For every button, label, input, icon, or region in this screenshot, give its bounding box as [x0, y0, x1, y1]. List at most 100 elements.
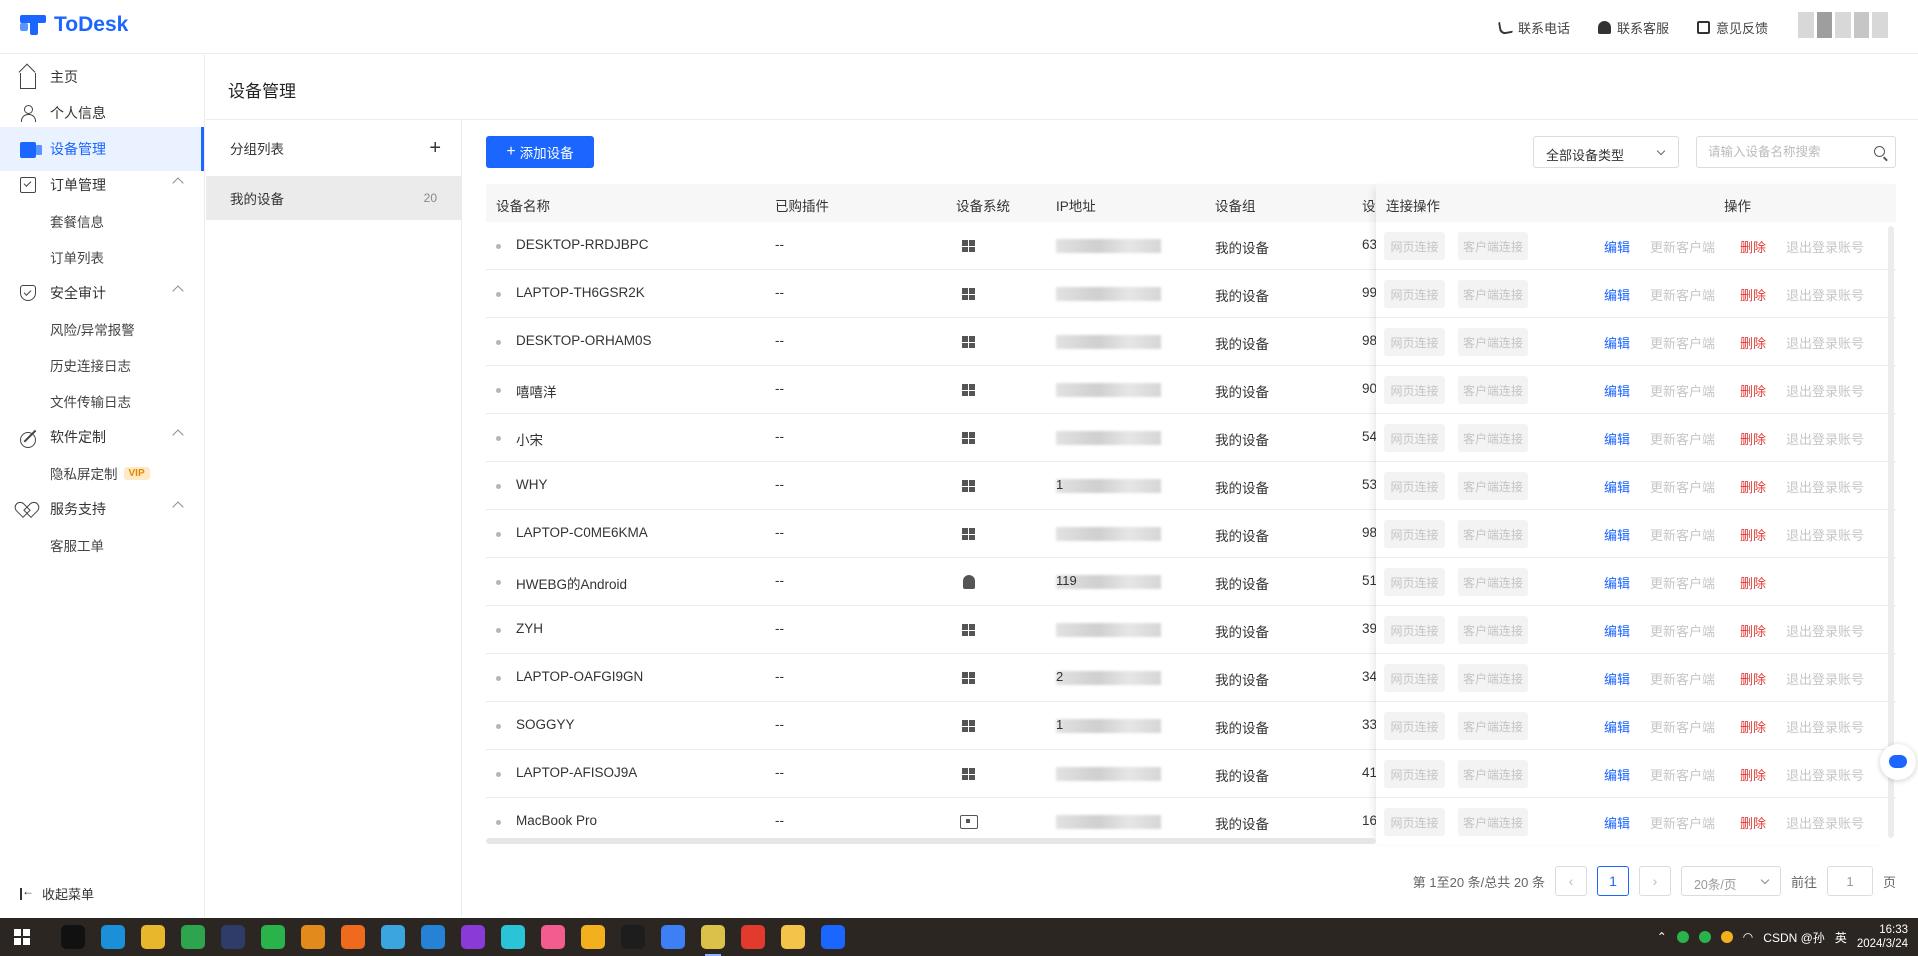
web-connect-button[interactable]: 网页连接: [1384, 712, 1445, 740]
todesk-app[interactable]: [821, 925, 845, 949]
client-connect-button[interactable]: 客户端连接: [1458, 568, 1528, 596]
update-client-link[interactable]: 更新客户端: [1650, 621, 1715, 640]
search-icon[interactable]: [1874, 146, 1885, 157]
sidebar-item-service-support[interactable]: 服务支持: [0, 487, 204, 531]
github-app[interactable]: [621, 925, 645, 949]
logout-account-link[interactable]: 退出登录账号: [1786, 381, 1864, 400]
sidebar-item-security-audit[interactable]: 安全审计: [0, 271, 204, 315]
web-connect-button[interactable]: 网页连接: [1384, 376, 1445, 404]
add-group-icon[interactable]: +: [429, 137, 441, 160]
device-search-input[interactable]: [1697, 137, 1857, 167]
client-connect-button[interactable]: 客户端连接: [1458, 712, 1528, 740]
web-connect-button[interactable]: 网页连接: [1384, 808, 1445, 836]
edit-link[interactable]: 编辑: [1604, 477, 1630, 496]
client-connect-button[interactable]: 客户端连接: [1458, 472, 1528, 500]
colorful-app[interactable]: [581, 925, 605, 949]
feedback-link[interactable]: 意见反馈: [1696, 18, 1768, 37]
clock[interactable]: 16:33 2024/3/24: [1857, 923, 1908, 951]
client-connect-button[interactable]: 客户端连接: [1458, 760, 1528, 788]
update-client-link[interactable]: 更新客户端: [1650, 525, 1715, 544]
web-connect-button[interactable]: 网页连接: [1384, 664, 1445, 692]
wechat-tray-icon-2[interactable]: [1698, 931, 1711, 943]
update-client-link[interactable]: 更新客户端: [1650, 333, 1715, 352]
delete-link[interactable]: 删除: [1740, 717, 1766, 736]
edge-app[interactable]: [101, 925, 125, 949]
logout-account-link[interactable]: 退出登录账号: [1786, 621, 1864, 640]
edit-link[interactable]: 编辑: [1604, 669, 1630, 688]
delete-link[interactable]: 删除: [1740, 813, 1766, 832]
bilibili-app[interactable]: [381, 925, 405, 949]
delete-link[interactable]: 删除: [1740, 573, 1766, 592]
update-client-link[interactable]: 更新客户端: [1650, 381, 1715, 400]
web-connect-button[interactable]: 网页连接: [1384, 328, 1445, 356]
edit-link[interactable]: 编辑: [1604, 573, 1630, 592]
todesk-logo[interactable]: ToDesk: [20, 13, 128, 37]
delete-link[interactable]: 删除: [1740, 669, 1766, 688]
edit-link[interactable]: 编辑: [1604, 525, 1630, 544]
page-size-select[interactable]: 20条/页: [1680, 866, 1781, 896]
group-item-my-devices[interactable]: 我的设备 20: [206, 176, 461, 220]
wechat-app[interactable]: [261, 925, 285, 949]
add-device-button[interactable]: + 添加设备: [486, 136, 594, 168]
web-connect-button[interactable]: 网页连接: [1384, 520, 1445, 548]
wechat-tray-icon[interactable]: [1676, 931, 1689, 943]
edit-link[interactable]: 编辑: [1604, 765, 1630, 784]
client-connect-button[interactable]: 客户端连接: [1458, 664, 1528, 692]
web-connect-button[interactable]: 网页连接: [1384, 280, 1445, 308]
delete-link[interactable]: 删除: [1740, 285, 1766, 304]
delete-link[interactable]: 删除: [1740, 381, 1766, 400]
delete-link[interactable]: 删除: [1740, 621, 1766, 640]
logout-account-link[interactable]: 退出登录账号: [1786, 237, 1864, 256]
web-connect-button[interactable]: 网页连接: [1384, 472, 1445, 500]
client-connect-button[interactable]: 客户端连接: [1458, 808, 1528, 836]
pink-app[interactable]: [541, 925, 565, 949]
web-connect-button[interactable]: 网页连接: [1384, 232, 1445, 260]
update-client-link[interactable]: 更新客户端: [1650, 573, 1715, 592]
goto-page-input[interactable]: 1: [1826, 866, 1873, 896]
edit-link[interactable]: 编辑: [1604, 285, 1630, 304]
user-avatar[interactable]: [1798, 12, 1888, 38]
update-client-link[interactable]: 更新客户端: [1650, 285, 1715, 304]
delete-link[interactable]: 删除: [1740, 525, 1766, 544]
firefox-app[interactable]: [341, 925, 365, 949]
client-connect-button[interactable]: 客户端连接: [1458, 424, 1528, 452]
windows-start-icon[interactable]: [14, 929, 30, 945]
delete-link[interactable]: 删除: [1740, 333, 1766, 352]
update-client-link[interactable]: 更新客户端: [1650, 669, 1715, 688]
logout-account-link[interactable]: 退出登录账号: [1786, 429, 1864, 448]
contact-phone-link[interactable]: 联系电话: [1497, 18, 1570, 37]
feishu-app[interactable]: [661, 925, 685, 949]
app-dark[interactable]: [221, 925, 245, 949]
update-client-link[interactable]: 更新客户端: [1650, 717, 1715, 736]
delete-link[interactable]: 删除: [1740, 429, 1766, 448]
delete-link[interactable]: 删除: [1740, 477, 1766, 496]
web-connect-button[interactable]: 网页连接: [1384, 616, 1445, 644]
explorer-app[interactable]: [781, 925, 805, 949]
logout-account-link[interactable]: 退出登录账号: [1786, 333, 1864, 352]
search-app[interactable]: [501, 925, 525, 949]
logout-account-link[interactable]: 退出登录账号: [1786, 525, 1864, 544]
edit-link[interactable]: 编辑: [1604, 237, 1630, 256]
logout-account-link[interactable]: 退出登录账号: [1786, 285, 1864, 304]
pycharm-app[interactable]: [181, 925, 205, 949]
edit-link[interactable]: 编辑: [1604, 381, 1630, 400]
edit-link[interactable]: 编辑: [1604, 717, 1630, 736]
web-connect-button[interactable]: 网页连接: [1384, 760, 1445, 788]
client-connect-button[interactable]: 客户端连接: [1458, 280, 1528, 308]
update-client-link[interactable]: 更新客户端: [1650, 765, 1715, 784]
input-language[interactable]: 英: [1835, 929, 1847, 946]
wifi-icon[interactable]: ◠: [1743, 930, 1753, 944]
logout-account-link[interactable]: 退出登录账号: [1786, 717, 1864, 736]
assistant-bot-icon[interactable]: [1880, 744, 1916, 780]
update-client-link[interactable]: 更新客户端: [1650, 237, 1715, 256]
edit-link[interactable]: 编辑: [1604, 429, 1630, 448]
vscode-app[interactable]: [421, 925, 445, 949]
red-app[interactable]: [741, 925, 765, 949]
chrome-app[interactable]: [141, 925, 165, 949]
idea-app[interactable]: [61, 925, 85, 949]
edit-link[interactable]: 编辑: [1604, 621, 1630, 640]
datagrip-app[interactable]: [461, 925, 485, 949]
delete-link[interactable]: 删除: [1740, 765, 1766, 784]
client-connect-button[interactable]: 客户端连接: [1458, 376, 1528, 404]
client-connect-button[interactable]: 客户端连接: [1458, 520, 1528, 548]
